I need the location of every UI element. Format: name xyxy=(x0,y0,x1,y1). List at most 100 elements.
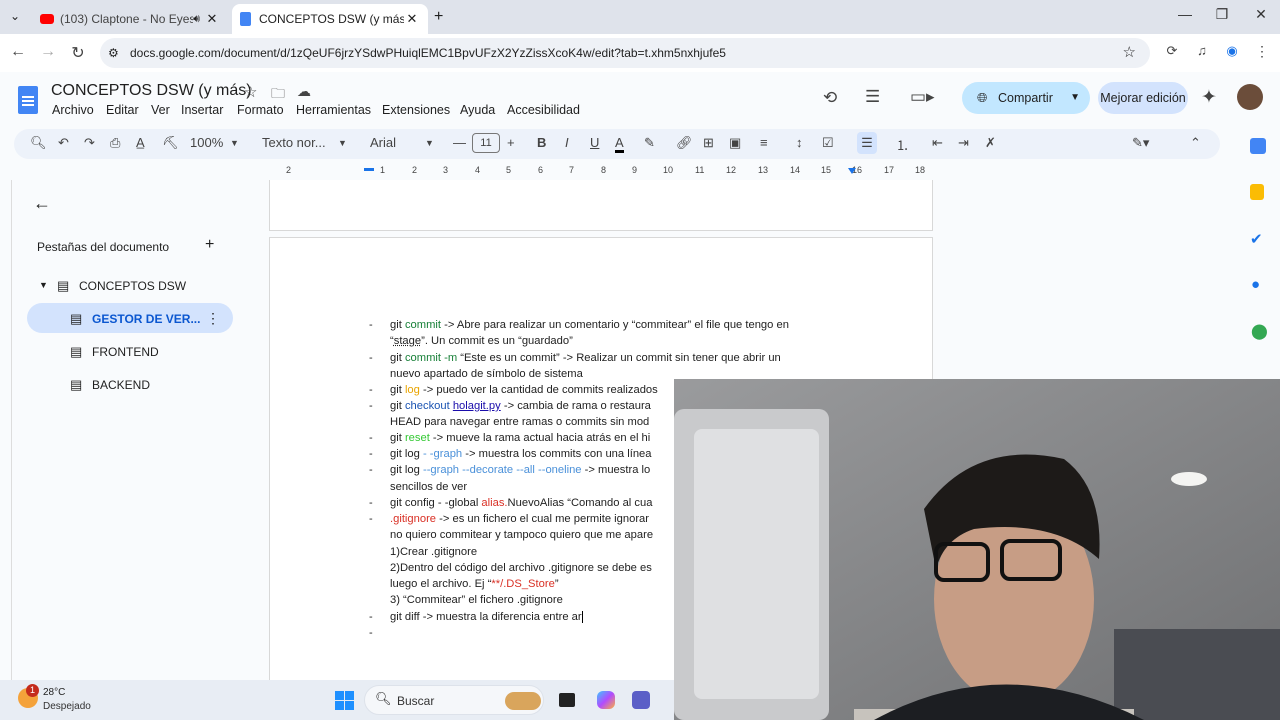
tasks-icon[interactable]: ✔ xyxy=(1250,230,1263,248)
new-tab-icon[interactable]: + xyxy=(434,8,443,26)
link-icon[interactable]: 🔗︎ xyxy=(676,135,693,151)
address-bar[interactable]: ⚙ docs.google.com/document/d/1zQeUF6jrzY… xyxy=(100,38,1150,68)
notification-badge: 1 xyxy=(26,684,39,697)
image-icon[interactable]: ▣ xyxy=(729,135,741,151)
sidebar-item-backend[interactable]: BACKEND xyxy=(92,378,150,392)
decrease-indent-icon[interactable]: ⇤ xyxy=(932,135,943,151)
sidebar-root-label[interactable]: CONCEPTOS DSW xyxy=(79,279,186,293)
docs-logo-icon[interactable] xyxy=(18,86,38,114)
taskbar-search[interactable]: 🔍︎ Buscar xyxy=(364,685,544,715)
italic-icon[interactable]: I xyxy=(565,135,569,150)
style-select[interactable]: Texto nor... xyxy=(262,135,326,150)
menu-formato[interactable]: Formato xyxy=(237,103,284,117)
chevron-down-icon[interactable]: ▼ xyxy=(338,138,347,148)
tab-docs[interactable]: CONCEPTOS DSW (y más) - Do ✕ xyxy=(232,4,428,34)
share-button[interactable]: 🌐︎ Compartir ▼ xyxy=(962,82,1090,114)
site-info-icon[interactable]: ⚙ xyxy=(108,38,119,68)
ruler[interactable]: 2 1 2 3 4 5 6 7 8 9 10 11 12 13 14 15 16 17 18 xyxy=(270,162,932,180)
highlight-icon[interactable]: ✎ xyxy=(644,135,655,151)
chevron-down-icon[interactable]: ▼ xyxy=(1070,82,1080,114)
gemini-icon[interactable]: ✦ xyxy=(1201,86,1217,109)
windows-start-icon[interactable] xyxy=(335,691,354,710)
bookmark-star-icon[interactable]: ☆ xyxy=(1123,38,1136,68)
collapse-toolbar-icon[interactable]: ⌃ xyxy=(1190,135,1201,151)
back-icon[interactable]: ← xyxy=(8,43,28,61)
undo-icon[interactable]: ↶ xyxy=(58,135,69,151)
text-line: “stage”. Un commit es un “guardado” xyxy=(390,335,573,347)
teams-icon[interactable] xyxy=(632,691,650,709)
copilot-icon[interactable] xyxy=(597,691,615,709)
browser-tab-strip: ⌄ (103) Claptone - No Eyes (fe 🔊︎ ✕ CONC… xyxy=(0,0,1280,34)
tab-search-chevron-icon[interactable]: ⌄ xyxy=(10,9,20,23)
close-window-icon[interactable]: ✕ xyxy=(1246,6,1276,23)
menu-editar[interactable]: Editar xyxy=(106,103,139,117)
menu-ayuda[interactable]: Ayuda xyxy=(460,103,495,117)
ruler-number: 5 xyxy=(506,165,512,175)
weather-temp[interactable]: 28°C xyxy=(43,687,65,698)
bold-icon[interactable]: B xyxy=(537,135,546,150)
ruler-number: 1 xyxy=(380,165,386,175)
menu-herramientas[interactable]: Herramientas xyxy=(296,103,371,117)
maps-icon[interactable]: ⬤ xyxy=(1251,322,1268,340)
menu-extensiones[interactable]: Extensiones xyxy=(382,103,450,117)
text-color-icon[interactable]: A xyxy=(615,135,624,153)
clear-format-icon[interactable]: ✗ xyxy=(985,135,996,151)
font-size-input[interactable]: 11 xyxy=(472,133,500,153)
close-tab-icon[interactable]: ✕ xyxy=(204,11,220,27)
font-select[interactable]: Arial xyxy=(370,135,396,150)
improve-edit-button[interactable]: Mejorar edición xyxy=(1098,82,1188,114)
star-icon[interactable]: ☆ xyxy=(244,83,257,101)
left-indent-marker[interactable] xyxy=(364,168,374,171)
add-tab-icon[interactable]: + xyxy=(205,236,214,254)
weather-status[interactable]: Despejado xyxy=(43,701,91,712)
reload-icon[interactable]: ↻ xyxy=(68,43,88,63)
back-arrow-icon[interactable]: ← xyxy=(33,193,51,214)
chevron-down-icon[interactable]: ▼ xyxy=(230,138,239,148)
underline-icon[interactable]: U xyxy=(590,135,599,150)
document-title[interactable]: CONCEPTOS DSW (y más) xyxy=(51,82,252,100)
speaker-icon[interactable]: 🔊︎ xyxy=(193,13,200,26)
redo-icon[interactable]: ↷ xyxy=(84,135,95,151)
menu-archivo[interactable]: Archivo xyxy=(52,103,94,117)
meet-icon[interactable]: ▭▸ xyxy=(910,87,935,107)
line-spacing-icon[interactable]: ↕ xyxy=(796,135,803,150)
numbered-list-icon[interactable]: ⒈ xyxy=(896,135,909,154)
keep-icon[interactable] xyxy=(1250,184,1264,200)
calendar-icon[interactable] xyxy=(1250,138,1266,154)
profile-icon[interactable]: ◉ xyxy=(1222,43,1242,59)
increase-indent-icon[interactable]: ⇥ xyxy=(958,135,969,151)
more-options-icon[interactable]: ⋮ xyxy=(206,310,220,327)
avatar[interactable] xyxy=(1237,84,1263,110)
edit-mode-icon[interactable]: ✎▾ xyxy=(1132,135,1149,151)
spellcheck-icon[interactable]: A̲ xyxy=(136,135,145,150)
menu-insertar[interactable]: Insertar xyxy=(181,103,223,117)
close-tab-icon[interactable]: ✕ xyxy=(404,11,420,27)
forward-icon[interactable]: → xyxy=(38,43,58,61)
browser-menu-icon[interactable]: ⋮ xyxy=(1252,43,1272,60)
print-icon[interactable]: ⎙ xyxy=(110,135,120,151)
history-icon[interactable]: ⟲ xyxy=(823,88,837,108)
cloud-status-icon[interactable]: ☁︎ xyxy=(297,83,311,100)
terminal-icon[interactable] xyxy=(559,693,575,707)
increase-font-icon[interactable]: + xyxy=(507,135,515,150)
comments-icon[interactable]: ☰ xyxy=(865,87,880,107)
sidebar-item-frontend[interactable]: FRONTEND xyxy=(92,345,159,359)
zoom-select[interactable]: 100% xyxy=(190,135,223,150)
menu-accesibilidad[interactable]: Accesibilidad xyxy=(507,103,580,117)
chevron-down-icon[interactable]: ▼ xyxy=(425,138,434,148)
maximize-icon[interactable]: ❐ xyxy=(1207,6,1237,23)
comment-add-icon[interactable]: ⊞ xyxy=(703,135,714,151)
menu-ver[interactable]: Ver xyxy=(151,103,170,117)
search-menus-icon[interactable]: 🔍︎ xyxy=(30,135,47,151)
bullet-list-icon[interactable]: ☰ xyxy=(857,132,877,154)
contacts-icon[interactable]: ● xyxy=(1251,276,1260,293)
media-icon[interactable]: ♫ xyxy=(1192,43,1212,58)
align-icon[interactable]: ≡ xyxy=(760,135,768,150)
extensions-icon[interactable]: ⟳ xyxy=(1162,43,1182,59)
tab-youtube[interactable]: (103) Claptone - No Eyes (fe 🔊︎ ✕ xyxy=(32,4,228,34)
paint-format-icon[interactable]: ⛏︎ xyxy=(162,135,179,151)
minimize-icon[interactable]: — xyxy=(1170,6,1200,22)
decrease-font-icon[interactable]: — xyxy=(453,135,466,150)
expand-icon[interactable]: ▼ xyxy=(39,280,48,290)
checklist-icon[interactable]: ☑ xyxy=(822,135,834,151)
